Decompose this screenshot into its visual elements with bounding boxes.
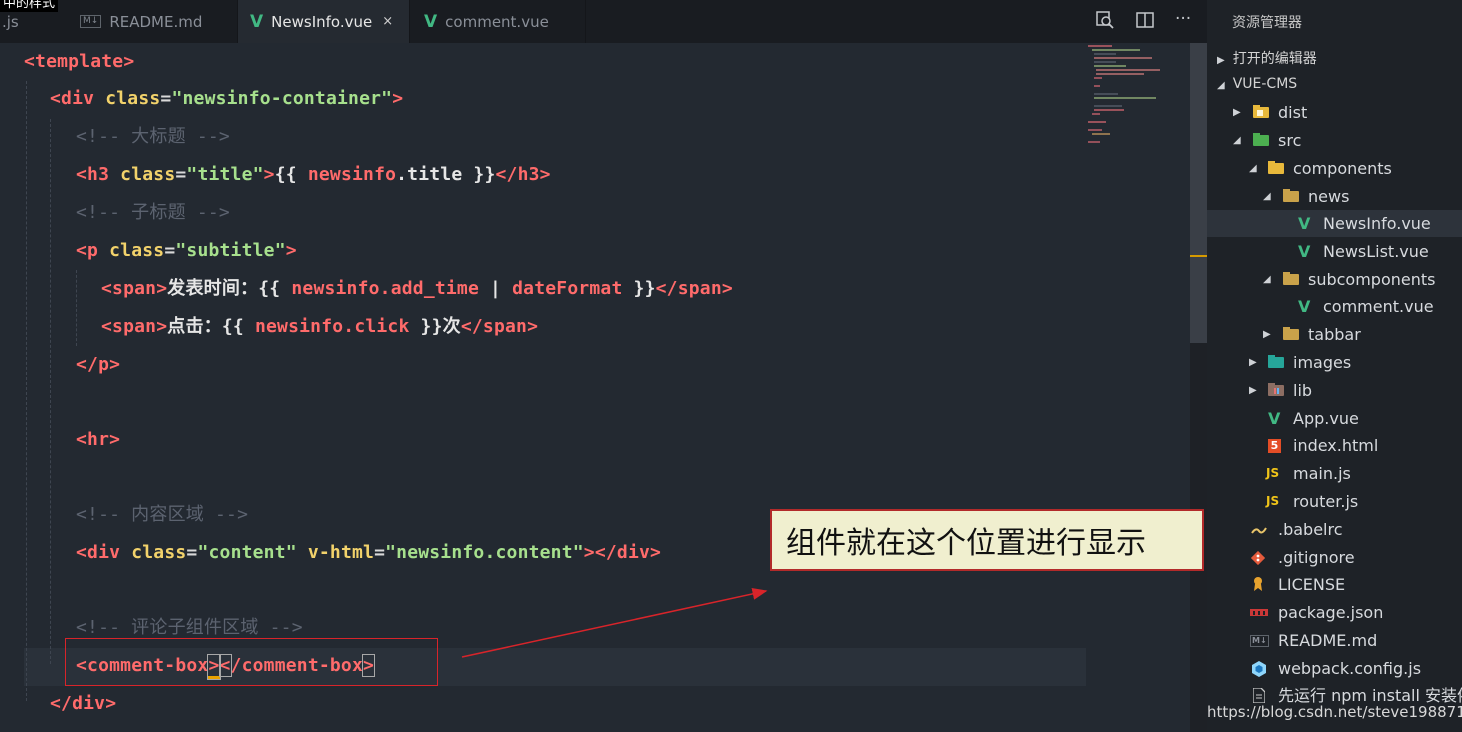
tree-label: news (1308, 187, 1350, 206)
watermark: https://blog.csdn.net/steve1988717 (1207, 703, 1462, 721)
tree-item-news[interactable]: ◢ news (1207, 183, 1462, 210)
tree-label: .babelrc (1278, 520, 1343, 539)
tree-item-package-json[interactable]: package.json (1207, 599, 1462, 626)
tree-label: package.json (1278, 603, 1384, 622)
folder-images-icon (1268, 349, 1284, 379)
tree-item-lib[interactable]: ▶ lib (1207, 377, 1462, 404)
folder-open-icon (1283, 183, 1299, 213)
js-icon: JS (1266, 466, 1280, 480)
tree-item-dist[interactable]: ▶ dist (1207, 99, 1462, 126)
vue-icon: V (1298, 214, 1311, 233)
tree-label: components (1293, 159, 1392, 178)
tree-label: webpack.config.js (1278, 659, 1422, 678)
tree-label: .gitignore (1278, 548, 1355, 567)
explorer-sidebar: 资源管理器 ▶ 打开的编辑器 ◢ VUE-CMS ▶ dist ◢ src ◢ co… (1207, 0, 1462, 732)
vue-icon: V (1298, 297, 1311, 316)
tree-label: subcomponents (1308, 270, 1436, 289)
tree-label: index.html (1293, 436, 1379, 455)
tree-item-main-js[interactable]: JS main.js (1207, 460, 1462, 487)
explorer-title: 资源管理器 (1232, 15, 1302, 31)
tree-item-webpack-config[interactable]: webpack.config.js (1207, 655, 1462, 682)
folder-dist-icon (1253, 99, 1269, 129)
scrollbar-marker (1190, 255, 1207, 257)
folder-open-icon (1283, 266, 1299, 296)
tree-item-router-js[interactable]: JS router.js (1207, 488, 1462, 515)
tree-label: LICENSE (1278, 575, 1346, 594)
html-icon: 5 (1268, 439, 1281, 453)
tree-item-comment-vue[interactable]: V comment.vue (1207, 293, 1462, 320)
tree-item-gitignore[interactable]: .gitignore (1207, 544, 1462, 571)
tree-label: images (1293, 353, 1352, 372)
open-editors-section[interactable]: ▶ 打开的编辑器 (1217, 48, 1317, 68)
tree-item-images[interactable]: ▶ images (1207, 349, 1462, 376)
tree-label: main.js (1293, 464, 1351, 483)
folder-icon (1268, 155, 1284, 185)
vue-icon: V (1298, 242, 1311, 261)
tree-item-newsinfo-vue[interactable]: V NewsInfo.vue (1207, 210, 1462, 237)
folder-lib-icon (1268, 377, 1284, 407)
tree-item-index-html[interactable]: 5 index.html (1207, 432, 1462, 459)
tree-item-src[interactable]: ◢ src (1207, 127, 1462, 154)
tree-item-tabbar[interactable]: ▶ tabbar (1207, 321, 1462, 348)
minimap[interactable] (1086, 43, 1176, 153)
section-label: VUE-CMS (1232, 76, 1298, 92)
tree-label: NewsInfo.vue (1323, 214, 1431, 233)
vertical-scrollbar[interactable] (1190, 43, 1207, 343)
js-icon: JS (1266, 494, 1280, 508)
tree-label: README.md (1278, 631, 1378, 650)
tree-label: src (1278, 131, 1302, 150)
tree-item-babelrc[interactable]: .babelrc (1207, 516, 1462, 543)
markdown-icon: M↓ (1250, 635, 1269, 647)
tree-label: dist (1278, 103, 1308, 122)
tree-label: NewsList.vue (1323, 242, 1429, 261)
tree-label: lib (1293, 381, 1313, 400)
tree-item-license[interactable]: LICENSE (1207, 571, 1462, 598)
folder-src-icon (1253, 127, 1269, 157)
tree-item-app-vue[interactable]: V App.vue (1207, 405, 1462, 432)
tree-label: comment.vue (1323, 297, 1434, 316)
vue-icon: V (1268, 409, 1281, 428)
section-label: 打开的编辑器 (1232, 51, 1317, 67)
babel-icon (1251, 516, 1267, 545)
folder-icon (1283, 321, 1299, 351)
tree-label: App.vue (1293, 409, 1359, 428)
license-icon (1252, 571, 1264, 602)
tree-label: router.js (1293, 492, 1359, 511)
tree-item-newslist-vue[interactable]: V NewsList.vue (1207, 238, 1462, 265)
project-section[interactable]: ◢ VUE-CMS (1217, 76, 1297, 92)
npm-icon (1250, 599, 1268, 627)
annotation-callout: 组件就在这个位置进行显示 (770, 509, 1204, 571)
tree-item-components[interactable]: ◢ components (1207, 155, 1462, 182)
tree-item-readme-md[interactable]: M↓ README.md (1207, 627, 1462, 654)
tree-item-subcomponents[interactable]: ◢ subcomponents (1207, 266, 1462, 293)
tree-label: tabbar (1308, 325, 1361, 344)
